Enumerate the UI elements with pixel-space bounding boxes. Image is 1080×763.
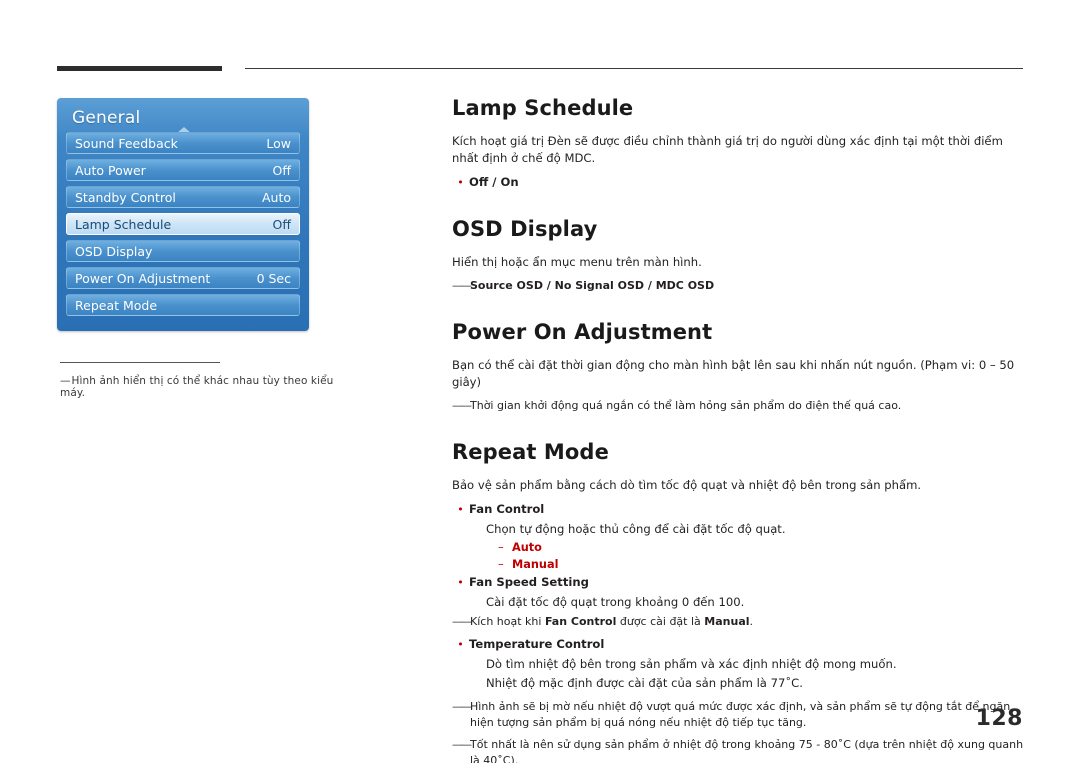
note-part-c: được cài đặt là xyxy=(616,615,705,628)
note-part-b: Fan Control xyxy=(544,615,617,628)
note-dash: —— xyxy=(452,700,472,713)
note-part-a: Kích hoạt khi xyxy=(470,615,545,628)
header-rule-left xyxy=(57,66,222,71)
heading-lamp-schedule: Lamp Schedule xyxy=(452,96,634,120)
osd-row-power-on-adjustment[interactable]: Power On Adjustment 0 Sec xyxy=(66,267,300,289)
bullet-lamp-schedule-options: • Off / On xyxy=(452,174,1027,191)
bullet-dot-icon: • xyxy=(457,503,464,516)
osd-row-value: Low xyxy=(266,135,291,151)
osd-row-value: 0 Sec xyxy=(256,270,291,286)
content-column: Lamp Schedule Kích hoạt giá trị Đèn sẽ đ… xyxy=(452,96,1027,763)
text-fan-speed-desc: Cài đặt tốc độ quạt trong khoảng 0 đến 1… xyxy=(486,595,745,609)
paragraph-lamp-schedule: Kích hoạt giá trị Đèn sẽ được điều chỉnh… xyxy=(452,134,1003,165)
note-text: Tốt nhất là nên sử dụng sản phẩm ở nhiệt… xyxy=(470,738,1024,763)
paragraph-power-on-adjustment: Bạn có thể cài đặt thời gian động cho mà… xyxy=(452,358,1015,389)
osd-row-lamp-schedule[interactable]: Lamp Schedule Off xyxy=(66,213,300,235)
note-dash: —— xyxy=(452,399,472,412)
note-part-e: . xyxy=(749,615,754,628)
paragraph-osd-display: Hiển thị hoặc ẩn mục menu trên màn hình. xyxy=(452,255,702,269)
osd-row-value: Off xyxy=(272,162,291,178)
osd-row-label: Repeat Mode xyxy=(75,297,158,313)
note-dash: —— xyxy=(452,615,472,628)
note-dash: —— xyxy=(452,738,472,751)
note-power-on-adjustment: —— Thời gian khởi động quá ngắn có thể l… xyxy=(452,398,1027,414)
bullet-fan-control: • Fan Control xyxy=(452,501,1027,518)
osd-row-value: Off xyxy=(272,216,291,232)
option-dash: – xyxy=(498,558,504,571)
text-temperature-desc-1: Dò tìm nhiệt độ bên trong sản phẩm và xá… xyxy=(486,657,897,671)
bullet-dot-icon: • xyxy=(457,576,464,589)
option-dash: – xyxy=(498,541,504,554)
header-rule-right xyxy=(245,68,1023,69)
page-number: 128 xyxy=(975,706,1023,731)
note-text: Thời gian khởi động quá ngắn có thể làm … xyxy=(470,399,902,412)
osd-row-standby-control[interactable]: Standby Control Auto xyxy=(66,186,300,208)
bullet-label: Fan Speed Setting xyxy=(469,575,589,589)
paragraph-repeat-mode: Bảo vệ sản phẩm bằng cách dò tìm tốc độ … xyxy=(452,478,922,492)
heading-power-on-adjustment: Power On Adjustment xyxy=(452,320,713,344)
text-fan-control-desc: Chọn tự động hoặc thủ công để cài đặt tố… xyxy=(486,522,786,536)
note-osd-display: —— Source OSD / No Signal OSD / MDC OSD xyxy=(452,278,1027,294)
heading-repeat-mode: Repeat Mode xyxy=(452,440,609,464)
osd-row-auto-power[interactable]: Auto Power Off xyxy=(66,159,300,181)
bullet-temperature-control: • Temperature Control xyxy=(452,636,1027,653)
option-fan-control-auto: – Auto xyxy=(498,540,1027,556)
osd-menu-panel: General Sound Feedback Low Auto Power Of… xyxy=(57,98,309,331)
osd-row-sound-feedback[interactable]: Sound Feedback Low xyxy=(66,132,300,154)
text-temperature-desc-2: Nhiệt độ mặc định được cài đặt của sản p… xyxy=(486,676,803,690)
option-label: Manual xyxy=(512,558,559,571)
option-fan-control-manual: – Manual xyxy=(498,557,1027,573)
bullet-fan-speed-setting: • Fan Speed Setting xyxy=(452,574,1027,591)
osd-row-label: Standby Control xyxy=(75,189,176,205)
caption-dash: — xyxy=(60,375,70,387)
note-dash: —— xyxy=(452,279,472,292)
note-recommended-temperature: —— Tốt nhất là nên sử dụng sản phẩm ở nh… xyxy=(452,737,1027,763)
caption-divider xyxy=(60,362,220,363)
note-overheat: —— Hình ảnh sẽ bị mờ nếu nhiệt độ vượt q… xyxy=(452,699,1027,731)
osd-row-osd-display[interactable]: OSD Display xyxy=(66,240,300,262)
osd-row-value: Auto xyxy=(261,189,291,205)
note-text: Source OSD / No Signal OSD / MDC OSD xyxy=(470,279,715,292)
figure-caption: — Hình ảnh hiển thị có thể khác nhau tùy … xyxy=(60,375,360,399)
osd-row-repeat-mode[interactable]: Repeat Mode xyxy=(66,294,300,316)
option-label: Auto xyxy=(512,541,542,554)
note-fan-control: —— Kích hoạt khi Fan Control được cài đặ… xyxy=(452,614,1027,630)
osd-row-label: Power On Adjustment xyxy=(75,270,211,286)
note-text: Kích hoạt khi Fan Control được cài đặt l… xyxy=(470,614,1027,630)
osd-row-label: Sound Feedback xyxy=(75,135,178,151)
osd-row-label: Auto Power xyxy=(75,162,146,178)
page: General Sound Feedback Low Auto Power Of… xyxy=(0,0,1080,763)
bullet-label: Fan Control xyxy=(469,502,545,516)
note-text: Hình ảnh sẽ bị mờ nếu nhiệt độ vượt quá … xyxy=(470,700,1011,729)
bullet-dot-icon: • xyxy=(457,638,464,651)
bullet-dot-icon: • xyxy=(457,176,464,189)
bullet-label: Temperature Control xyxy=(469,637,605,651)
osd-row-label: OSD Display xyxy=(75,243,153,259)
caption-text: Hình ảnh hiển thị có thể khác nhau tùy t… xyxy=(60,375,334,399)
heading-osd-display: OSD Display xyxy=(452,217,598,241)
bullet-label: Off / On xyxy=(469,175,519,189)
osd-row-label: Lamp Schedule xyxy=(75,216,172,232)
note-part-d: Manual xyxy=(704,615,750,628)
